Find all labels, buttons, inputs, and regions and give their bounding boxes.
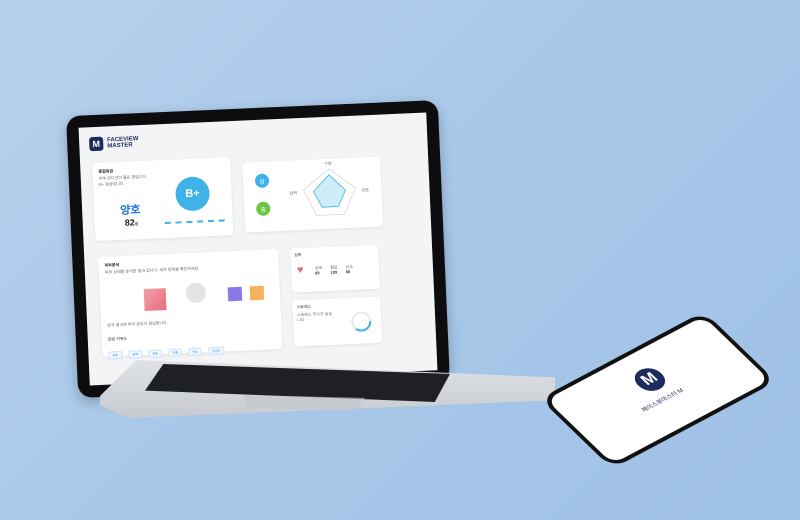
keyword-chip[interactable]: 탄력: [128, 350, 143, 359]
keyword-chip[interactable]: 주름: [168, 348, 183, 358]
tag-high: 상: [254, 173, 270, 189]
metric-value: 89: [314, 270, 320, 276]
metric-value: 80: [345, 268, 351, 275]
radar-label-right: 유분: [361, 187, 369, 193]
grade-badge: B+: [174, 176, 211, 212]
detail-intro: 피부 상태를 분석한 결과 입니다. 세부 항목을 확인하세요: [104, 265, 199, 275]
grade-scale: [164, 219, 225, 227]
summary-card: 종합등급 피부 컨디션이 좋은 편입니다 B+ 등급입니다 양호 82점 B+: [92, 157, 234, 242]
keyword-chips: 수분 탄력 모공 주름 색소 민감도: [108, 338, 227, 361]
score-unit: 점: [134, 221, 139, 227]
metric-oxygen: 산소 80: [345, 264, 353, 274]
score-number: 82: [124, 217, 135, 228]
laptop-screen-bezel: M FACEVIEW MASTER 종합등급 피부 컨디션이 좋은 편입니다 B…: [66, 100, 450, 398]
stress-desc: 스트레스 지수가 낮습니다: [296, 310, 333, 323]
logo-mark-icon: M: [88, 136, 104, 152]
radar-label-top: 수분: [324, 160, 332, 167]
stress-card: 스트레스 스트레스 지수가 낮습니다: [292, 296, 383, 347]
metric-pressure: 혈압 109: [330, 265, 338, 275]
summary-desc-2: B+ 등급입니다: [98, 180, 124, 187]
keyword-chip[interactable]: 모공: [148, 349, 163, 358]
heart-icon: ♥: [296, 264, 304, 277]
stress-gauge: [351, 311, 372, 332]
logo-line2: MASTER: [107, 142, 133, 150]
heatmap-orange: [249, 285, 265, 301]
laptop: M FACEVIEW MASTER 종합등급 피부 컨디션이 좋은 편입니다 B…: [0, 0, 800, 520]
smartphone: M 페이스뷰마스터 M: [539, 311, 777, 469]
radar-chart: [303, 168, 356, 216]
face-avatar-icon: [185, 282, 207, 304]
radar-value: [313, 174, 346, 208]
score-value: 82점: [124, 217, 139, 228]
chips-title: 관련 키워드: [107, 335, 128, 342]
detail-heading: 피부분석: [104, 262, 120, 268]
app-logo[interactable]: M FACEVIEW MASTER: [88, 135, 139, 152]
dashboard-display: M FACEVIEW MASTER 종합등급 피부 컨디션이 좋은 편입니다 B…: [78, 112, 438, 386]
metric-heart: 심박 89: [315, 265, 323, 275]
summary-heading: 종합등급: [98, 168, 114, 174]
heart-metrics: 심박 89 혈압 109 산소 80: [315, 264, 354, 276]
detail-card: 피부분석 피부 상태를 분석한 결과 입니다. 세부 항목을 확인하세요 분석 …: [98, 249, 283, 360]
heart-card: 심박 ♥ 심박 89 혈압 109 산소 80: [290, 244, 380, 293]
mockup-scene: M FACEVIEW MASTER 종합등급 피부 컨디션이 좋은 편입니다 B…: [0, 0, 800, 520]
keyword-chip[interactable]: 수분: [108, 351, 123, 360]
metric-value: 109: [330, 269, 338, 275]
stress-heading: 스트레스: [296, 303, 312, 310]
keyword-chip[interactable]: 민감도: [208, 346, 225, 356]
heatmap-purple: [227, 286, 243, 302]
status-label: 양호: [119, 204, 141, 217]
detail-note: 분석 결과에 따라 관리가 필요합니다: [107, 320, 167, 328]
radar-card: 상 중 수분 탄력 유분: [242, 156, 384, 233]
heatmap-red: [143, 288, 167, 312]
keyword-chip[interactable]: 색소: [188, 347, 203, 357]
phone-logo-icon[interactable]: M: [628, 363, 672, 396]
tag-mid: 중: [255, 201, 271, 217]
heart-heading: 심박: [294, 252, 302, 258]
radar-label-left: 탄력: [289, 190, 298, 196]
